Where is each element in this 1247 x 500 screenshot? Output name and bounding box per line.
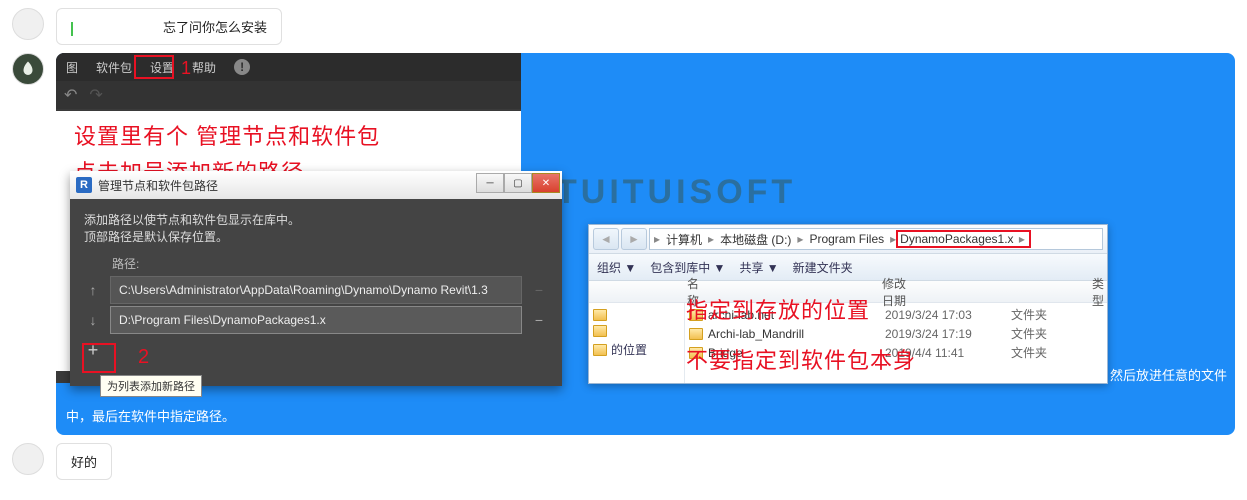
trailing-text-right: 新解压软件包，然后放进任意的文件 [1019, 365, 1227, 384]
chat-bubble-2: 图 软件包 设置 帮助 ! ↶ ↷ 1 设置里有个 管理节点和软件包 点击加号添… [56, 53, 1235, 435]
dialog-desc-1: 添加路径以使节点和软件包显示在库中。 [84, 211, 548, 228]
trailing-text-bottom: 中，最后在软件中指定路径。 [56, 398, 1235, 435]
organize-menu[interactable]: 组织 ▼ [597, 259, 636, 276]
cursor-bar [71, 22, 73, 36]
address-bar[interactable]: ▸ 计算机 ▸ 本地磁盘 (D:) ▸ Program Files ▸ Dyna… [649, 228, 1103, 250]
remove-path-button-2[interactable]: − [530, 312, 548, 328]
crumb-drive-d[interactable]: 本地磁盘 (D:) [716, 231, 795, 248]
annotation-text-1: 设置里有个 管理节点和软件包 [74, 119, 380, 151]
annotation-number-1: 1 [181, 58, 191, 79]
annotation-box-1 [134, 55, 174, 79]
path-row-2: ↓ D:\Program Files\DynamoPackages1.x − [84, 306, 548, 334]
remove-path-button-1[interactable]: − [530, 282, 548, 298]
dialog-desc-2: 顶部路径是默认保存位置。 [84, 228, 548, 245]
dialog-title: 管理节点和软件包路径 [98, 177, 218, 194]
manage-paths-dialog: R 管理节点和软件包路径 ─ ▢ ✕ 添加路径以使节点和软件包显示在库中。 顶部… [70, 171, 562, 386]
include-library-menu[interactable]: 包含到库中 ▼ [650, 259, 725, 276]
nav-fwd-button[interactable]: ► [621, 228, 647, 250]
tree-item[interactable] [593, 307, 680, 323]
chat-row-3: 好的 [0, 443, 1247, 480]
screenshot-composite: 图 软件包 设置 帮助 ! ↶ ↷ 1 设置里有个 管理节点和软件包 点击加号添… [56, 53, 1235, 398]
path-entry-2[interactable]: D:\Program Files\DynamoPackages1.x [110, 306, 522, 334]
folder-icon [689, 328, 703, 340]
path-row-1: ↑ C:\Users\Administrator\AppData\Roaming… [84, 276, 548, 304]
move-up-button[interactable]: ↑ [84, 282, 102, 298]
avatar-user-1 [12, 8, 44, 40]
explorer-header: ◄ ► ▸ 计算机 ▸ 本地磁盘 (D:) ▸ Program Files ▸ … [589, 225, 1107, 253]
path-column-label: 路径: [112, 255, 548, 272]
avatar-user-3 [12, 443, 44, 475]
nav-back-button[interactable]: ◄ [593, 228, 619, 250]
chat-bubble-3: 好的 [56, 443, 112, 480]
menu-view[interactable]: 图 [66, 59, 78, 76]
folder-icon [593, 325, 607, 337]
explorer-tree: 的位置 [589, 303, 685, 383]
redo-icon[interactable]: ↷ [89, 85, 102, 105]
path-row-add: + [84, 340, 548, 361]
menu-help[interactable]: 帮助 [192, 59, 216, 76]
tree-item[interactable] [593, 323, 680, 339]
tree-item-loc[interactable]: 的位置 [593, 339, 680, 360]
annotation-text-3: 指定到存放的位置 [686, 293, 870, 325]
chevron-right-icon: ▸ [652, 232, 662, 246]
add-path-tooltip: 为列表添加新路径 [100, 375, 202, 397]
chevron-right-icon: ▸ [795, 232, 805, 246]
move-down-button[interactable]: ↓ [84, 312, 102, 328]
undo-icon[interactable]: ↶ [64, 85, 77, 105]
dynamo-menubar: 图 软件包 设置 帮助 ! [56, 53, 521, 81]
folder-icon [593, 309, 607, 321]
crumb-computer[interactable]: 计算机 [662, 231, 706, 248]
chat-row-2: 图 软件包 设置 帮助 ! ↶ ↷ 1 设置里有个 管理节点和软件包 点击加号添… [0, 53, 1247, 435]
chat-text-1: 忘了问你怎么安装 [163, 20, 267, 35]
chevron-right-icon: ▸ [706, 232, 716, 246]
folder-icon [593, 344, 607, 356]
annotation-number-2: 2 [138, 346, 149, 369]
chat-row-1: 忘了问你怎么安装 [0, 8, 1247, 45]
annotation-box-2 [82, 343, 116, 373]
new-folder-button[interactable]: 新建文件夹 [793, 259, 853, 276]
maximize-button[interactable]: ▢ [504, 173, 532, 193]
explorer-toolbar: 组织 ▼ 包含到库中 ▼ 共享 ▼ 新建文件夹 [589, 253, 1107, 281]
chat-text-3: 好的 [71, 455, 97, 470]
minimize-button[interactable]: ─ [476, 173, 504, 193]
revit-icon: R [76, 177, 92, 193]
menu-packages[interactable]: 软件包 [96, 59, 132, 76]
annotation-text-4: 不要指定到软件包本身 [686, 343, 916, 375]
watermark-brand: TUITUISOFT [556, 173, 796, 212]
avatar-user-2 [12, 53, 44, 85]
crumb-dynamo-packages[interactable]: DynamoPackages1.x ▸ [896, 230, 1031, 248]
path-entry-1[interactable]: C:\Users\Administrator\AppData\Roaming\D… [110, 276, 522, 304]
dialog-titlebar[interactable]: R 管理节点和软件包路径 ─ ▢ ✕ [70, 171, 562, 199]
close-button[interactable]: ✕ [532, 173, 560, 193]
share-menu[interactable]: 共享 ▼ [739, 259, 778, 276]
info-icon[interactable]: ! [234, 59, 250, 75]
crumb-program-files[interactable]: Program Files [805, 232, 888, 246]
list-item[interactable]: Archi-lab_Mandrill 2019/3/24 17:19 文件夹 [689, 324, 1103, 343]
dynamo-toolbar: ↶ ↷ [56, 81, 521, 109]
chat-bubble-1: 忘了问你怎么安装 [56, 8, 282, 45]
